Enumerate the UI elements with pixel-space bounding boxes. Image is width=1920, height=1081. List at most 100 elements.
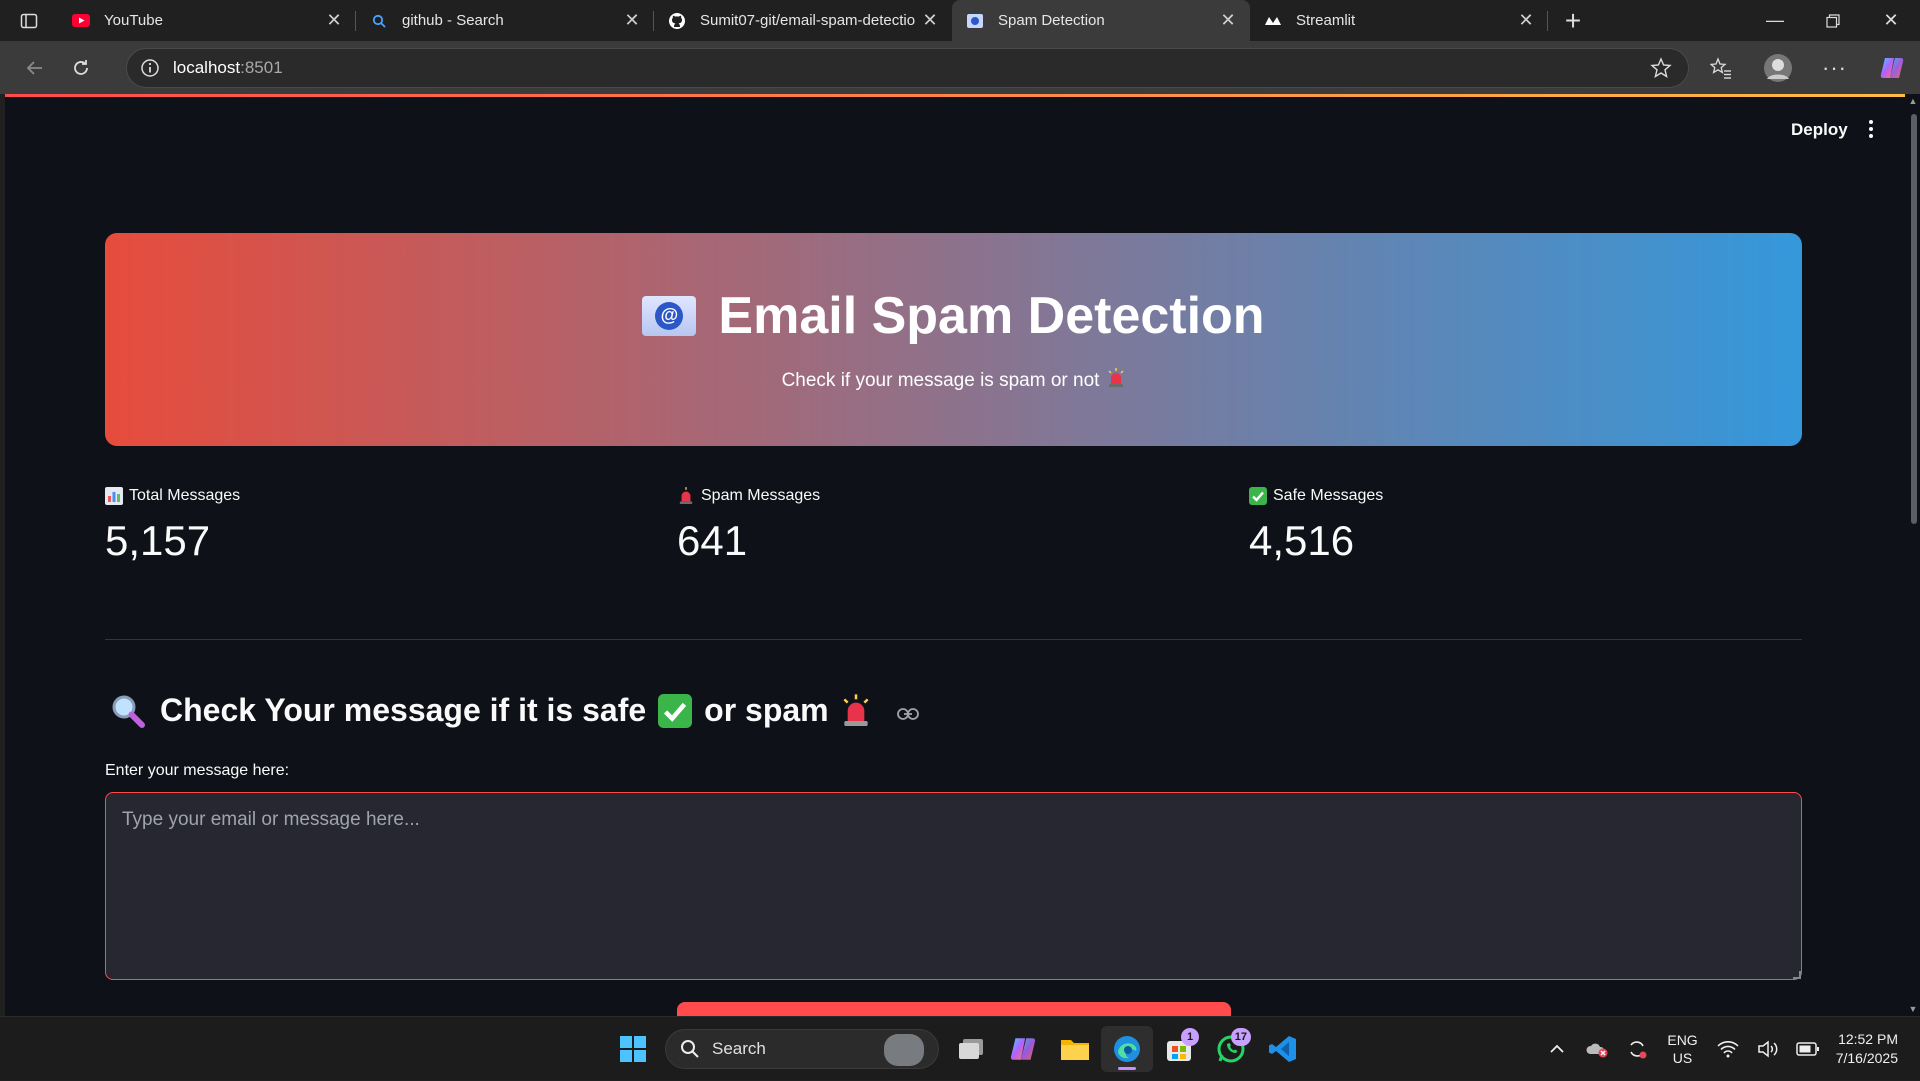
- streamlit-icon: [1264, 12, 1282, 30]
- header-accent-bar: [5, 94, 1905, 97]
- scroll-up-icon[interactable]: ▲: [1908, 96, 1918, 106]
- region-code: US: [1672, 1050, 1693, 1066]
- tab-actions-menu-icon[interactable]: [0, 0, 58, 41]
- siren-icon: [1107, 367, 1125, 394]
- search-highlight-icon: [884, 1034, 924, 1066]
- tab-title: YouTube: [104, 12, 163, 29]
- start-windows-icon[interactable]: [607, 1026, 659, 1072]
- metric-safe-messages: Safe Messages 4,516: [1249, 487, 1383, 565]
- search-icon: [681, 1040, 699, 1058]
- anchor-link-icon[interactable]: [896, 692, 919, 729]
- search-icon: [370, 12, 388, 30]
- scrollbar-thumb[interactable]: [1911, 114, 1917, 524]
- tab-github-search[interactable]: github - Search ✕: [356, 0, 654, 41]
- metric-value: 4,516: [1249, 517, 1355, 564]
- page-scrollbar[interactable]: ▲ ▼: [1905, 94, 1920, 1016]
- refresh-icon[interactable]: [58, 48, 104, 88]
- close-tab-icon[interactable]: ✕: [1218, 10, 1238, 31]
- close-tab-icon[interactable]: ✕: [622, 10, 642, 31]
- email-icon: @: [642, 295, 697, 336]
- chevron-up-icon[interactable]: [1537, 1029, 1577, 1069]
- battery-icon[interactable]: [1788, 1029, 1828, 1069]
- close-window-icon[interactable]: ✕: [1862, 0, 1920, 41]
- hero-banner: @ Email Spam Detection Check if your mes…: [105, 233, 1802, 446]
- magnifier-icon: [110, 693, 146, 729]
- task-view-icon[interactable]: [945, 1026, 997, 1072]
- page-title-text: Email Spam Detection: [718, 286, 1265, 345]
- bar-chart-icon: [105, 487, 123, 505]
- hero-subtitle-text: Check if your message is spam or not: [781, 369, 1100, 391]
- metric-label: Safe Messages: [1249, 487, 1383, 505]
- main-menu-icon[interactable]: [1866, 118, 1876, 140]
- metric-label: Total Messages: [105, 487, 240, 505]
- tab-title: Streamlit: [1296, 12, 1356, 29]
- section-heading-text-2: or spam: [704, 692, 829, 728]
- profile-avatar[interactable]: [1749, 41, 1806, 94]
- section-heading: Check Your message if it is safe or spam: [110, 692, 919, 729]
- youtube-icon: [72, 12, 90, 30]
- github-icon: [668, 12, 686, 30]
- back-icon[interactable]: [12, 48, 58, 88]
- whatsapp-icon[interactable]: 17: [1205, 1026, 1257, 1072]
- tab-streamlit[interactable]: Streamlit ✕: [1250, 0, 1548, 41]
- volume-icon[interactable]: [1748, 1029, 1788, 1069]
- clock-date: 7/16/2025: [1835, 1050, 1898, 1066]
- deploy-button[interactable]: Deploy: [1791, 120, 1848, 140]
- section-divider: [105, 639, 1802, 640]
- metric-value: 641: [677, 517, 748, 564]
- copilot-icon[interactable]: [1863, 41, 1920, 94]
- minimize-icon[interactable]: —: [1746, 0, 1804, 41]
- page-viewport: Deploy @ Email Spam Detection Check if y…: [5, 94, 1905, 1016]
- siren-icon: [677, 487, 695, 505]
- tab-title: Spam Detection: [998, 12, 1105, 29]
- tab-youtube[interactable]: YouTube ✕: [58, 0, 356, 41]
- resize-handle-icon[interactable]: [1793, 971, 1801, 979]
- url-port: :8501: [240, 58, 283, 77]
- file-explorer-icon[interactable]: [1049, 1026, 1101, 1072]
- check-box-icon: [1249, 487, 1267, 505]
- scroll-down-icon[interactable]: ▼: [1908, 1004, 1918, 1014]
- new-tab-button[interactable]: +: [1548, 0, 1598, 41]
- check-box-icon: [658, 693, 693, 728]
- edge-browser-icon[interactable]: [1101, 1026, 1153, 1072]
- onedrive-error-icon[interactable]: [1577, 1029, 1617, 1069]
- windows-taskbar: Search 1 17 ENG US 12:52 PM 7/16/2025: [0, 1016, 1920, 1080]
- close-tab-icon[interactable]: ✕: [920, 10, 940, 31]
- language-code: ENG: [1667, 1032, 1698, 1048]
- microsoft-store-icon[interactable]: 1: [1153, 1026, 1205, 1072]
- window-controls: — ✕: [1746, 0, 1920, 41]
- sync-icon[interactable]: [1617, 1029, 1657, 1069]
- browser-toolbar: localhost:8501 ···: [0, 41, 1920, 94]
- message-input[interactable]: [105, 792, 1802, 980]
- language-indicator[interactable]: ENG US: [1667, 1031, 1697, 1067]
- wifi-icon[interactable]: [1708, 1029, 1748, 1069]
- url-text: localhost:8501: [173, 58, 283, 78]
- siren-icon: [841, 693, 871, 729]
- copilot-taskbar-icon[interactable]: [997, 1026, 1049, 1072]
- site-info-icon[interactable]: [127, 58, 173, 78]
- metric-label-text: Spam Messages: [701, 487, 821, 504]
- message-input-label: Enter your message here:: [105, 762, 290, 779]
- system-tray: ENG US 12:52 PM 7/16/2025: [1537, 1017, 1920, 1081]
- address-bar[interactable]: localhost:8501: [126, 48, 1689, 88]
- metric-spam-messages: Spam Messages 641: [677, 487, 820, 565]
- tab-github-repo[interactable]: Sumit07-git/email-spam-detectio ✕: [654, 0, 952, 41]
- taskbar-search-label: Search: [712, 1039, 766, 1058]
- metric-label-text: Total Messages: [129, 487, 241, 504]
- close-tab-icon[interactable]: ✕: [1516, 10, 1536, 31]
- vscode-icon[interactable]: [1257, 1026, 1309, 1072]
- favorites-icon[interactable]: [1692, 41, 1749, 94]
- close-tab-icon[interactable]: ✕: [324, 10, 344, 31]
- metric-label: Spam Messages: [677, 487, 820, 505]
- system-clock[interactable]: 12:52 PM 7/16/2025: [1836, 1030, 1898, 1068]
- toolbar-right-actions: ···: [1692, 41, 1920, 94]
- hero-subtitle: Check if your message is spam or not: [781, 367, 1126, 394]
- restore-icon[interactable]: [1804, 0, 1862, 41]
- url-host: localhost: [173, 58, 241, 77]
- notification-badge: 1: [1181, 1028, 1199, 1046]
- more-options-icon[interactable]: ···: [1806, 41, 1863, 94]
- submit-button[interactable]: [677, 1002, 1231, 1016]
- taskbar-search[interactable]: Search: [665, 1029, 939, 1069]
- tab-spam-detection[interactable]: Spam Detection ✕: [952, 0, 1250, 41]
- favorite-star-icon[interactable]: [1650, 57, 1672, 84]
